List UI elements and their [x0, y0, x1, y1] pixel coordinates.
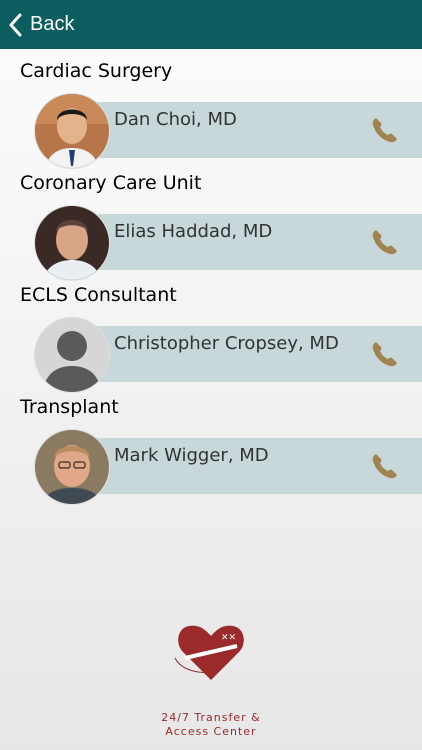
section-title: Coronary Care Unit — [20, 172, 202, 194]
back-label: Back — [30, 13, 75, 35]
doctor-avatar — [34, 429, 110, 505]
top-nav-bar: Back — [0, 0, 422, 49]
doctor-row[interactable]: Christopher Cropsey, MD — [78, 326, 422, 382]
section-cardiac-surgery: Cardiac Surgery Dan Choi, MD — [0, 60, 422, 170]
doctor-row[interactable]: Mark Wigger, MD — [78, 438, 422, 494]
doctor-name: Mark Wigger, MD — [114, 445, 269, 466]
phone-icon[interactable] — [370, 451, 400, 486]
section-coronary-care-unit: Coronary Care Unit Elias Haddad, MD — [0, 172, 422, 282]
section-title: Transplant — [20, 396, 119, 418]
phone-icon[interactable] — [370, 339, 400, 374]
doctor-avatar — [34, 205, 110, 281]
svg-text:✕✕: ✕✕ — [221, 633, 236, 643]
section-transplant: Transplant Mark Wigger, MD — [0, 396, 422, 506]
doctor-name: Elias Haddad, MD — [114, 221, 273, 242]
footer-text: 24/7 Transfer & Access Center — [161, 711, 261, 739]
chevron-left-icon — [8, 13, 22, 37]
footer-line-1: 24/7 Transfer & — [161, 711, 261, 724]
footer-logo: ✕✕ 24/7 Transfer & Access Center — [0, 618, 422, 739]
footer-line-2: Access Center — [165, 725, 257, 738]
placeholder-avatar-icon — [34, 317, 110, 393]
section-title: Cardiac Surgery — [20, 60, 173, 82]
doctor-avatar — [34, 93, 110, 169]
doctor-name: Dan Choi, MD — [114, 109, 237, 130]
phone-icon[interactable] — [370, 115, 400, 150]
doctor-name: Christopher Cropsey, MD — [114, 333, 339, 354]
doctor-row[interactable]: Elias Haddad, MD — [78, 214, 422, 270]
section-ecls-consultant: ECLS Consultant Christopher Cropsey, MD — [0, 284, 422, 394]
back-button[interactable]: Back — [8, 13, 74, 37]
phone-icon[interactable] — [370, 227, 400, 262]
doctor-row[interactable]: Dan Choi, MD — [78, 102, 422, 158]
heart-logo-icon: ✕✕ — [171, 618, 251, 689]
section-title: ECLS Consultant — [20, 284, 177, 306]
